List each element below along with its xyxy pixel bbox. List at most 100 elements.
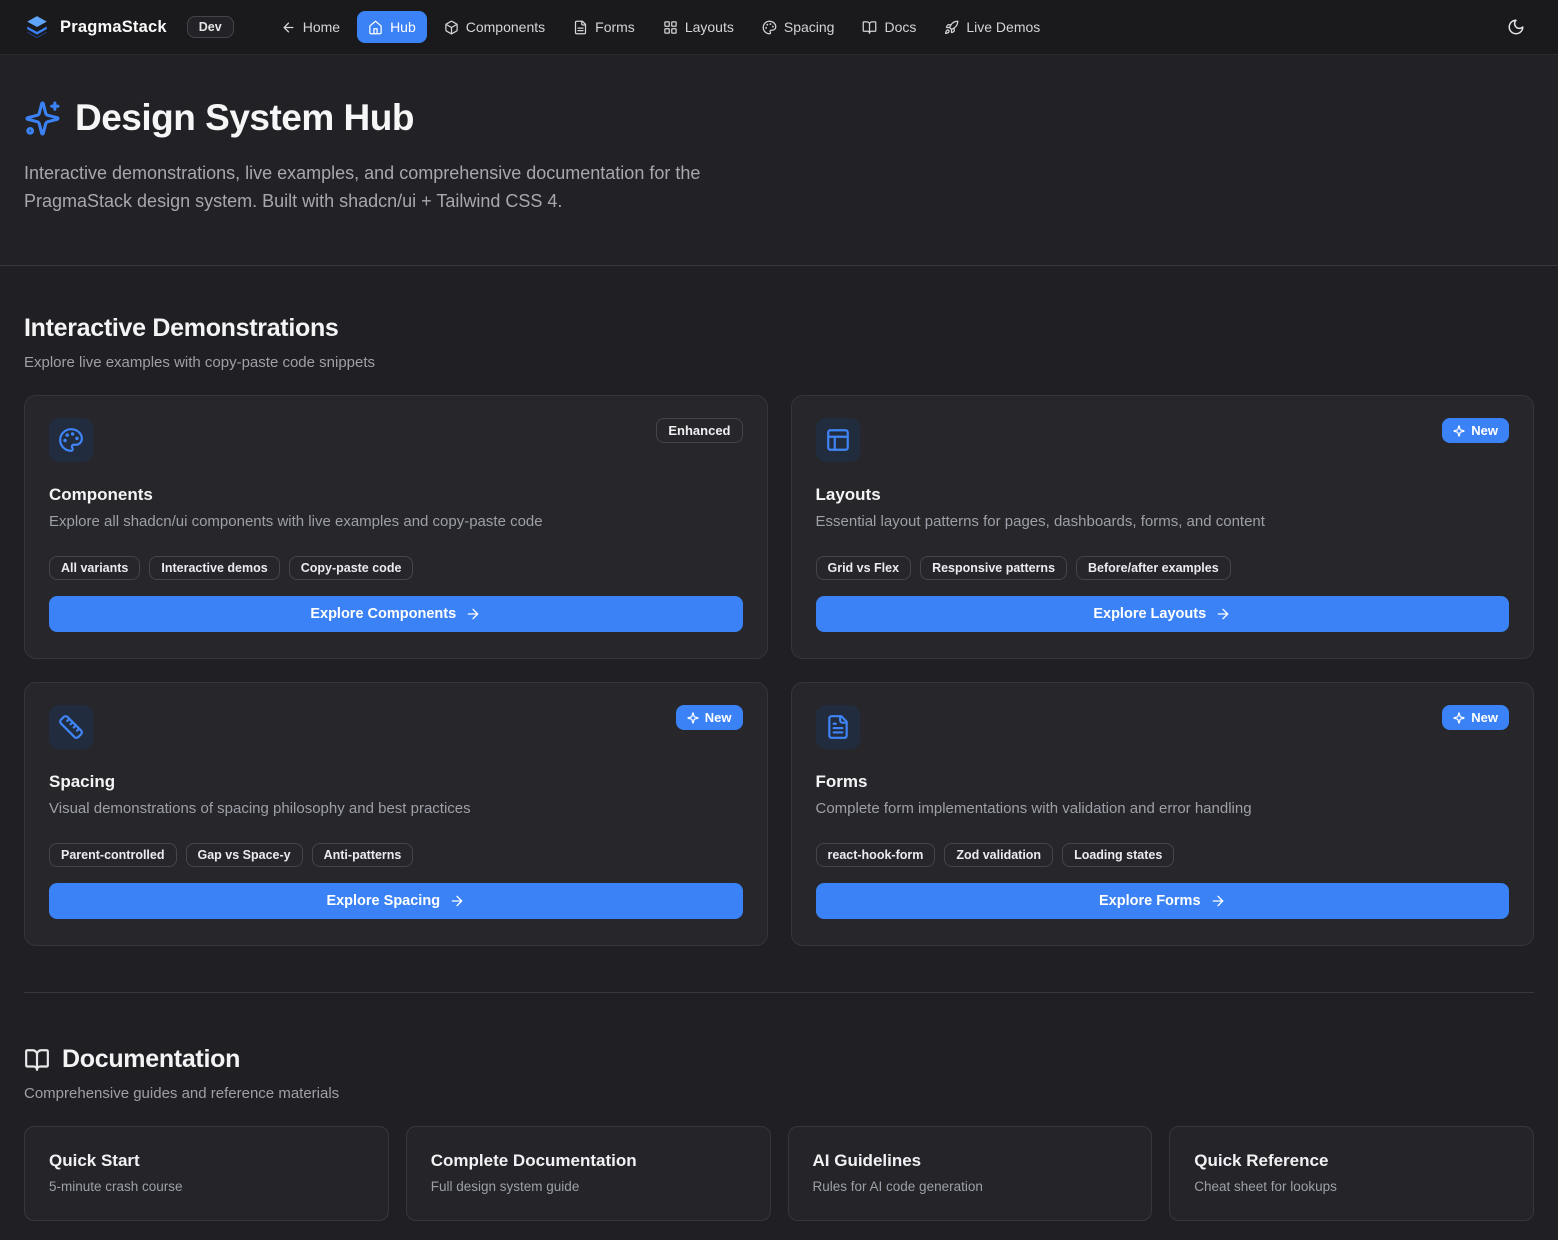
arrow-right-icon	[1215, 606, 1231, 622]
box-icon	[444, 20, 459, 35]
tag-row: All variants Interactive demos Copy-past…	[49, 556, 743, 580]
card-title: Spacing	[49, 772, 743, 792]
arrow-left-icon	[281, 20, 296, 35]
page-title: Design System Hub	[75, 97, 414, 139]
card-description: Essential layout patterns for pages, das…	[816, 513, 1510, 530]
nav-item-hub[interactable]: Hub	[357, 11, 427, 43]
main-nav: Home Hub Components Forms Layouts	[270, 11, 1052, 43]
tag: Loading states	[1062, 843, 1174, 867]
sparkles-icon	[687, 712, 699, 724]
demos-section-heading: Interactive Demonstrations	[24, 266, 1534, 343]
nav-item-docs[interactable]: Docs	[851, 11, 927, 43]
ruler-icon	[49, 705, 93, 749]
doc-card-complete-documentation[interactable]: Complete Documentation Full design syste…	[406, 1126, 771, 1221]
button-label: Explore Spacing	[326, 893, 440, 909]
nav-item-spacing[interactable]: Spacing	[751, 11, 846, 43]
section-divider	[24, 992, 1534, 993]
tag-row: Parent-controlled Gap vs Space-y Anti-pa…	[49, 843, 743, 867]
arrow-right-icon	[1210, 893, 1226, 909]
doc-card-quick-start[interactable]: Quick Start 5-minute crash course	[24, 1126, 389, 1221]
brand-name: PragmaStack	[60, 18, 167, 37]
sparkles-icon	[24, 100, 61, 137]
card-description: Complete form implementations with valid…	[816, 800, 1510, 817]
env-badge: Dev	[187, 16, 234, 38]
navbar: PragmaStack Dev Home Hub Components Fo	[0, 0, 1558, 55]
new-badge: New	[676, 705, 743, 730]
demo-card-layouts: New Layouts Essential layout patterns fo…	[791, 395, 1535, 659]
explore-forms-button[interactable]: Explore Forms	[816, 883, 1510, 919]
new-badge: New	[1442, 705, 1509, 730]
card-description: Visual demonstrations of spacing philoso…	[49, 800, 743, 817]
doc-card-title: Complete Documentation	[431, 1151, 746, 1171]
doc-card-subtitle: Full design system guide	[431, 1179, 746, 1194]
nav-item-layouts[interactable]: Layouts	[652, 11, 745, 43]
card-title: Components	[49, 485, 743, 505]
file-text-icon	[573, 20, 588, 35]
tag: Anti-patterns	[312, 843, 414, 867]
sparkles-icon	[1453, 712, 1465, 724]
book-open-icon	[24, 1047, 50, 1073]
button-label: Explore Components	[310, 606, 456, 622]
doc-card-title: Quick Reference	[1194, 1151, 1509, 1171]
doc-card-quick-reference[interactable]: Quick Reference Cheat sheet for lookups	[1169, 1126, 1534, 1221]
demo-card-forms: New Forms Complete form implementations …	[791, 682, 1535, 946]
brand-link[interactable]: PragmaStack Dev	[24, 14, 234, 40]
rocket-icon	[944, 20, 959, 35]
button-label: Explore Layouts	[1093, 606, 1206, 622]
page-description: Interactive demonstrations, live example…	[24, 159, 769, 215]
tag-row: Grid vs Flex Responsive patterns Before/…	[816, 556, 1510, 580]
explore-components-button[interactable]: Explore Components	[49, 596, 743, 632]
nav-item-forms[interactable]: Forms	[562, 11, 646, 43]
demo-card-grid: Enhanced Components Explore all shadcn/u…	[24, 395, 1534, 946]
doc-card-ai-guidelines[interactable]: AI Guidelines Rules for AI code generati…	[788, 1126, 1153, 1221]
hero-section: Design System Hub Interactive demonstrat…	[0, 55, 1558, 266]
tag-row: react-hook-form Zod validation Loading s…	[816, 843, 1510, 867]
nav-label: Home	[303, 19, 340, 35]
new-badge: New	[1442, 418, 1509, 443]
demo-card-components: Enhanced Components Explore all shadcn/u…	[24, 395, 768, 659]
docs-section-heading: Documentation	[62, 1045, 240, 1074]
badge-label: New	[705, 710, 732, 725]
arrow-right-icon	[465, 606, 481, 622]
button-label: Explore Forms	[1099, 893, 1201, 909]
tag: Parent-controlled	[49, 843, 177, 867]
tag: Interactive demos	[149, 556, 279, 580]
tag: Zod validation	[944, 843, 1053, 867]
nav-label: Docs	[884, 19, 916, 35]
nav-label: Hub	[390, 19, 416, 35]
arrow-right-icon	[449, 893, 465, 909]
status-badge: Enhanced	[656, 418, 742, 443]
nav-item-components[interactable]: Components	[433, 11, 556, 43]
tag: Copy-paste code	[289, 556, 414, 580]
theme-toggle-button[interactable]	[1498, 9, 1534, 45]
tag: Gap vs Space-y	[186, 843, 303, 867]
layers-logo-icon	[24, 14, 50, 40]
explore-layouts-button[interactable]: Explore Layouts	[816, 596, 1510, 632]
nav-label: Spacing	[784, 19, 835, 35]
home-icon	[368, 20, 383, 35]
explore-spacing-button[interactable]: Explore Spacing	[49, 883, 743, 919]
nav-item-live-demos[interactable]: Live Demos	[933, 11, 1051, 43]
nav-label: Components	[466, 19, 545, 35]
main-content: Interactive Demonstrations Explore live …	[0, 266, 1558, 1240]
badge-label: New	[1471, 710, 1498, 725]
moon-icon	[1507, 18, 1525, 36]
nav-label: Layouts	[685, 19, 734, 35]
tag: Grid vs Flex	[816, 556, 912, 580]
sparkles-icon	[1453, 425, 1465, 437]
card-title: Layouts	[816, 485, 1510, 505]
doc-card-subtitle: 5-minute crash course	[49, 1179, 364, 1194]
doc-card-subtitle: Cheat sheet for lookups	[1194, 1179, 1509, 1194]
nav-label: Live Demos	[966, 19, 1040, 35]
book-open-icon	[862, 20, 877, 35]
nav-label: Forms	[595, 19, 635, 35]
file-text-icon	[816, 705, 860, 749]
tag: Before/after examples	[1076, 556, 1231, 580]
tag: react-hook-form	[816, 843, 936, 867]
palette-icon	[49, 418, 93, 462]
nav-item-home[interactable]: Home	[270, 11, 351, 43]
doc-card-subtitle: Rules for AI code generation	[813, 1179, 1128, 1194]
layout-panel-icon	[816, 418, 860, 462]
demo-card-spacing: New Spacing Visual demonstrations of spa…	[24, 682, 768, 946]
tag: All variants	[49, 556, 140, 580]
